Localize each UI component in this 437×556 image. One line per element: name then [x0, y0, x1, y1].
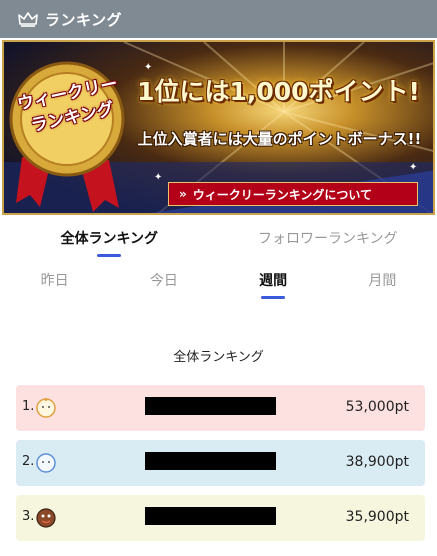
- double-chevron-right-icon: »: [179, 187, 187, 201]
- section-title: 全体ランキング: [173, 350, 264, 365]
- tab-overall-ranking[interactable]: 全体ランキング: [0, 222, 219, 260]
- weekly-ranking-banner[interactable]: ウィークリー ランキング ✦ ✦ ✦ 1位には1,000ポイント! 上位入賞者に…: [2, 40, 435, 215]
- banner-subline: 上位入賞者には大量のポイントボーナス!!: [137, 130, 422, 148]
- ranking-row[interactable]: 3. 35,900pt: [16, 495, 425, 541]
- banner-link-label: ウィークリーランキングについて: [192, 187, 373, 202]
- avatar: [36, 508, 56, 528]
- ranking-points: 53,000pt: [345, 399, 409, 415]
- rank-number: 1.: [22, 399, 35, 414]
- tab-yesterday[interactable]: 昨日: [0, 266, 109, 304]
- banner-headline: 1位には1,000ポイント!: [137, 77, 420, 106]
- ranking-row[interactable]: 1. 53,000pt: [16, 385, 425, 431]
- sparkle-icon: ✦: [154, 172, 163, 183]
- tab-today[interactable]: 今日: [109, 266, 218, 304]
- username-redacted: [145, 452, 276, 470]
- avatar: [36, 398, 56, 418]
- ranking-points: 35,900pt: [345, 509, 409, 525]
- app-header: ランキング: [0, 0, 437, 38]
- sparkle-icon: ✦: [409, 162, 418, 173]
- page-title: ランキング: [45, 10, 123, 29]
- rank-number: 2.: [22, 454, 35, 469]
- ranking-row[interactable]: 2. 38,900pt: [16, 440, 425, 486]
- crown-icon: [18, 12, 38, 27]
- avatar: [36, 453, 56, 473]
- tab-monthly[interactable]: 月間: [328, 266, 437, 304]
- username-redacted: [145, 397, 276, 415]
- ranking-type-tabs: 全体ランキング フォロワーランキング: [0, 222, 437, 260]
- rank-number: 3.: [22, 509, 35, 524]
- tab-weekly[interactable]: 週間: [219, 266, 328, 304]
- period-tabs: 昨日 今日 週間 月間: [0, 266, 437, 304]
- tab-follower-ranking[interactable]: フォロワーランキング: [219, 222, 437, 260]
- username-redacted: [145, 507, 276, 525]
- weekly-ranking-info-link[interactable]: » ウィークリーランキングについて: [168, 182, 418, 206]
- ranking-points: 38,900pt: [345, 454, 409, 470]
